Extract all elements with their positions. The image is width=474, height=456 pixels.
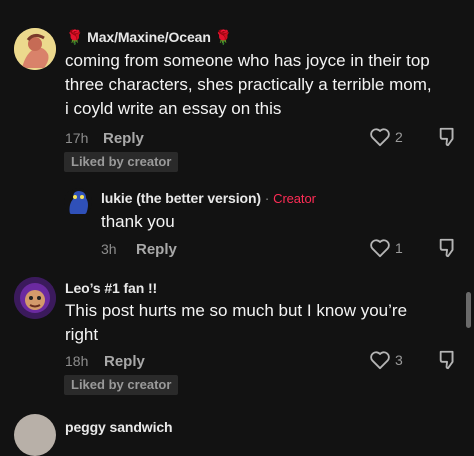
comment-text: thank you — [101, 212, 175, 231]
heart-outline-icon — [370, 351, 390, 370]
avatar[interactable] — [14, 414, 56, 456]
reply-button[interactable]: Reply — [104, 353, 145, 370]
liked-by-creator-badge: Liked by creator — [64, 375, 179, 395]
like-button[interactable]: 2 — [369, 126, 409, 148]
rose-emoji: 🌹 — [66, 29, 84, 45]
like-count: 3 — [395, 352, 403, 368]
comment-text: This post hurts me so much but I know yo… — [65, 301, 408, 344]
comment-time: 17h — [65, 130, 89, 146]
avatar[interactable] — [14, 28, 56, 70]
heart-outline-icon — [370, 239, 390, 258]
separator: · — [264, 190, 270, 206]
creator-tag: Creator — [273, 191, 316, 206]
dislike-button[interactable] — [437, 349, 459, 371]
like-count: 1 — [395, 240, 403, 256]
heart-outline-icon — [370, 128, 390, 147]
like-count: 2 — [395, 129, 403, 145]
partial-top-text — [70, 0, 150, 1]
reply-button[interactable]: Reply — [103, 130, 144, 147]
like-button[interactable]: 1 — [369, 237, 409, 259]
comment-username[interactable]: lukie (the better version) · Creator — [101, 190, 316, 206]
liked-by-creator-badge: Liked by creator — [64, 152, 179, 172]
comment-text: coming from someone who has joyce in the… — [65, 51, 432, 118]
comment-username[interactable]: 🌹 Max/Maxine/Ocean 🌹 — [66, 29, 232, 46]
dislike-button[interactable] — [437, 126, 459, 148]
reply-button[interactable]: Reply — [136, 241, 177, 258]
thumbs-down-icon — [439, 238, 454, 258]
comment-time: 3h — [101, 241, 117, 257]
comment-time: 18h — [65, 353, 89, 369]
scrollbar-thumb[interactable] — [466, 292, 471, 328]
thumbs-down-icon — [439, 127, 454, 147]
thumbs-down-icon — [439, 350, 454, 370]
rose-emoji: 🌹 — [214, 29, 232, 45]
comment-username[interactable]: Leo’s #1 fan !! — [65, 280, 157, 296]
avatar[interactable] — [64, 188, 92, 216]
avatar[interactable] — [14, 277, 56, 319]
dislike-button[interactable] — [437, 237, 459, 259]
like-button[interactable]: 3 — [369, 349, 409, 371]
comment-username[interactable]: peggy sandwich — [65, 419, 173, 435]
